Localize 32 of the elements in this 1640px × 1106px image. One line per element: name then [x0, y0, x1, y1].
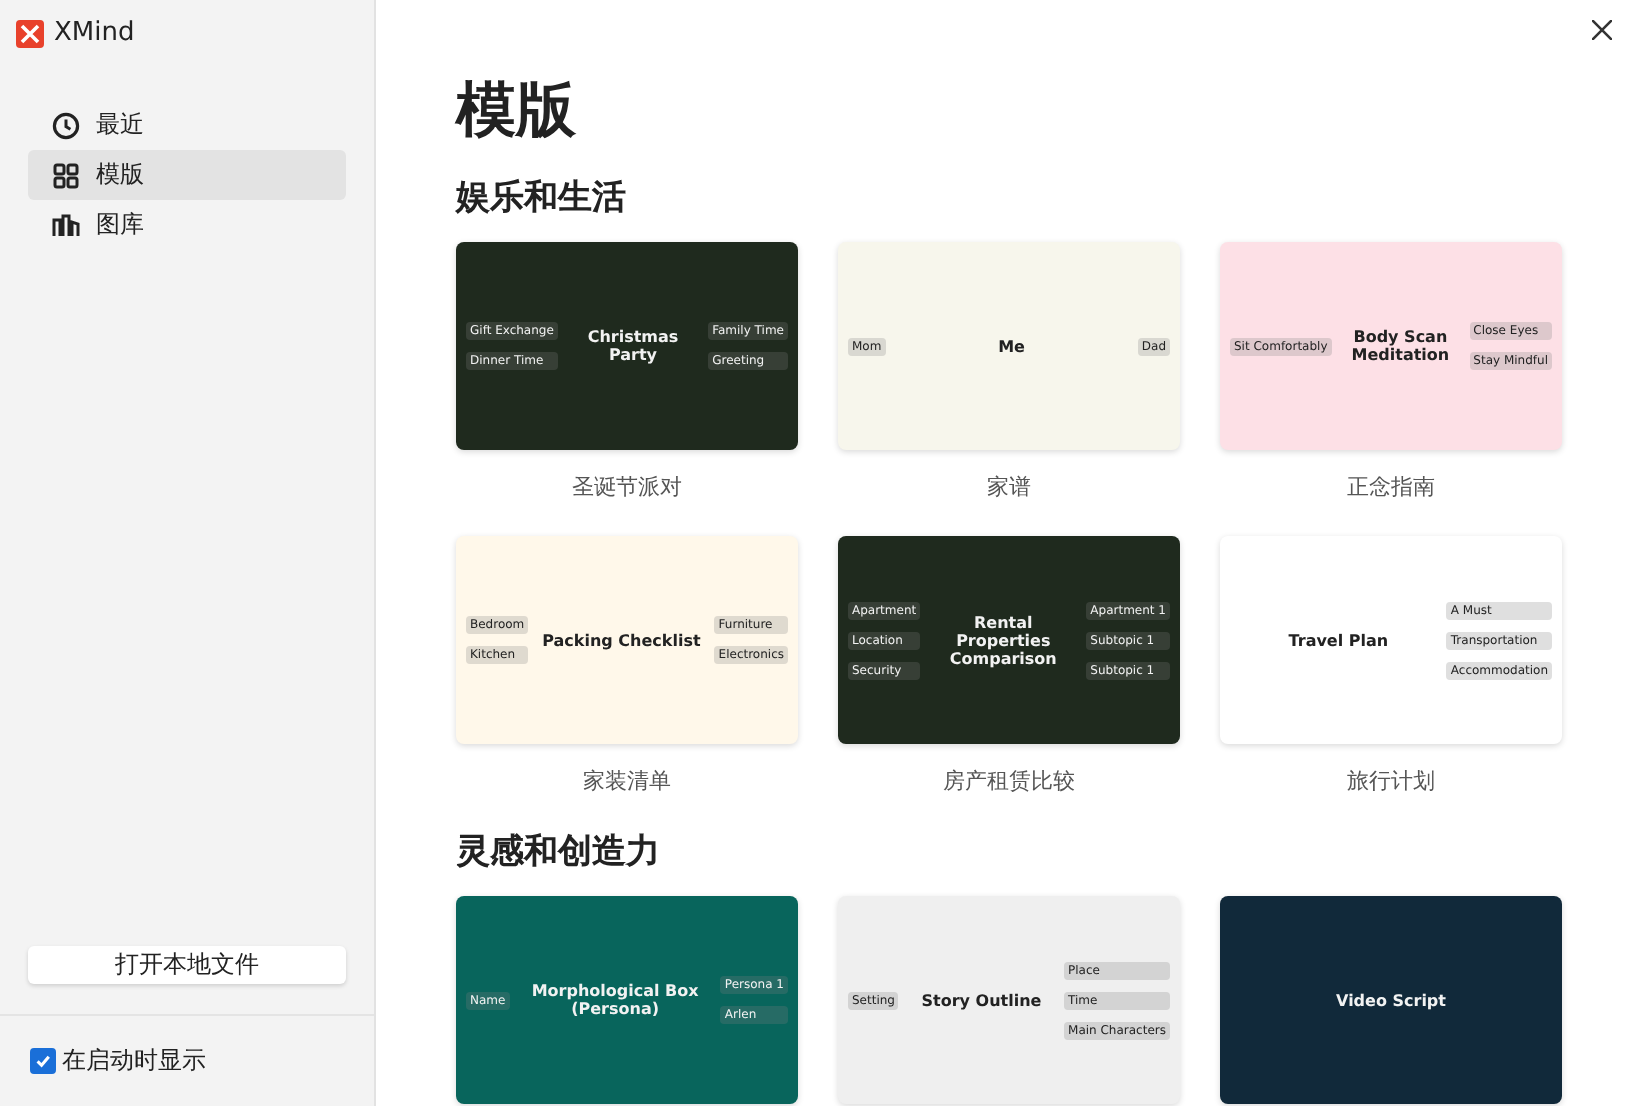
section-heading: 娱乐和生活 [456, 176, 628, 220]
close-icon[interactable] [1592, 20, 1612, 40]
preview-title: Christmas Party [585, 328, 681, 364]
checkbox[interactable] [30, 1048, 56, 1074]
preview-title: Morphological Box (Persona) [529, 982, 701, 1018]
nav-item[interactable]: 最近 [28, 100, 346, 150]
template-name: 房产租赁比较 [941, 768, 1077, 796]
nav-item[interactable]: 图库 [28, 200, 346, 250]
preview-title: Rental Properties Comparison [947, 613, 1059, 667]
section-heading: 灵感和创造力 [456, 830, 662, 874]
grid-icon [52, 161, 80, 189]
template-name: 旅行计划 [1345, 768, 1437, 796]
columns-icon [52, 211, 80, 239]
preview-title: Video Script [1334, 991, 1448, 1009]
template-preview[interactable]: Video Script [1220, 896, 1562, 1104]
show-on-startup-label: 在启动时显示 [62, 1044, 206, 1078]
preview-title: Body Scan Meditation [1349, 328, 1452, 364]
template-name: 家谱 [985, 474, 1033, 502]
clock-icon [52, 111, 80, 139]
page-title: 模版 [456, 76, 578, 148]
preview-title: Story Outline [919, 991, 1044, 1009]
template-name: 圣诞节派对 [570, 474, 684, 502]
logo-icon [16, 19, 44, 47]
template-name: 正念指南 [1345, 474, 1437, 502]
preview-title: Travel Plan [1286, 631, 1391, 649]
app-name: XMind [54, 18, 135, 48]
preview-title: Packing Checklist [540, 631, 703, 649]
nav-item[interactable]: 模版 [28, 150, 346, 200]
checkmark-icon [34, 1052, 52, 1070]
template-name: 家装清单 [581, 768, 673, 796]
open-local-file-button[interactable]: 打开本地文件 [28, 946, 346, 984]
preview-title: Me [996, 337, 1027, 355]
